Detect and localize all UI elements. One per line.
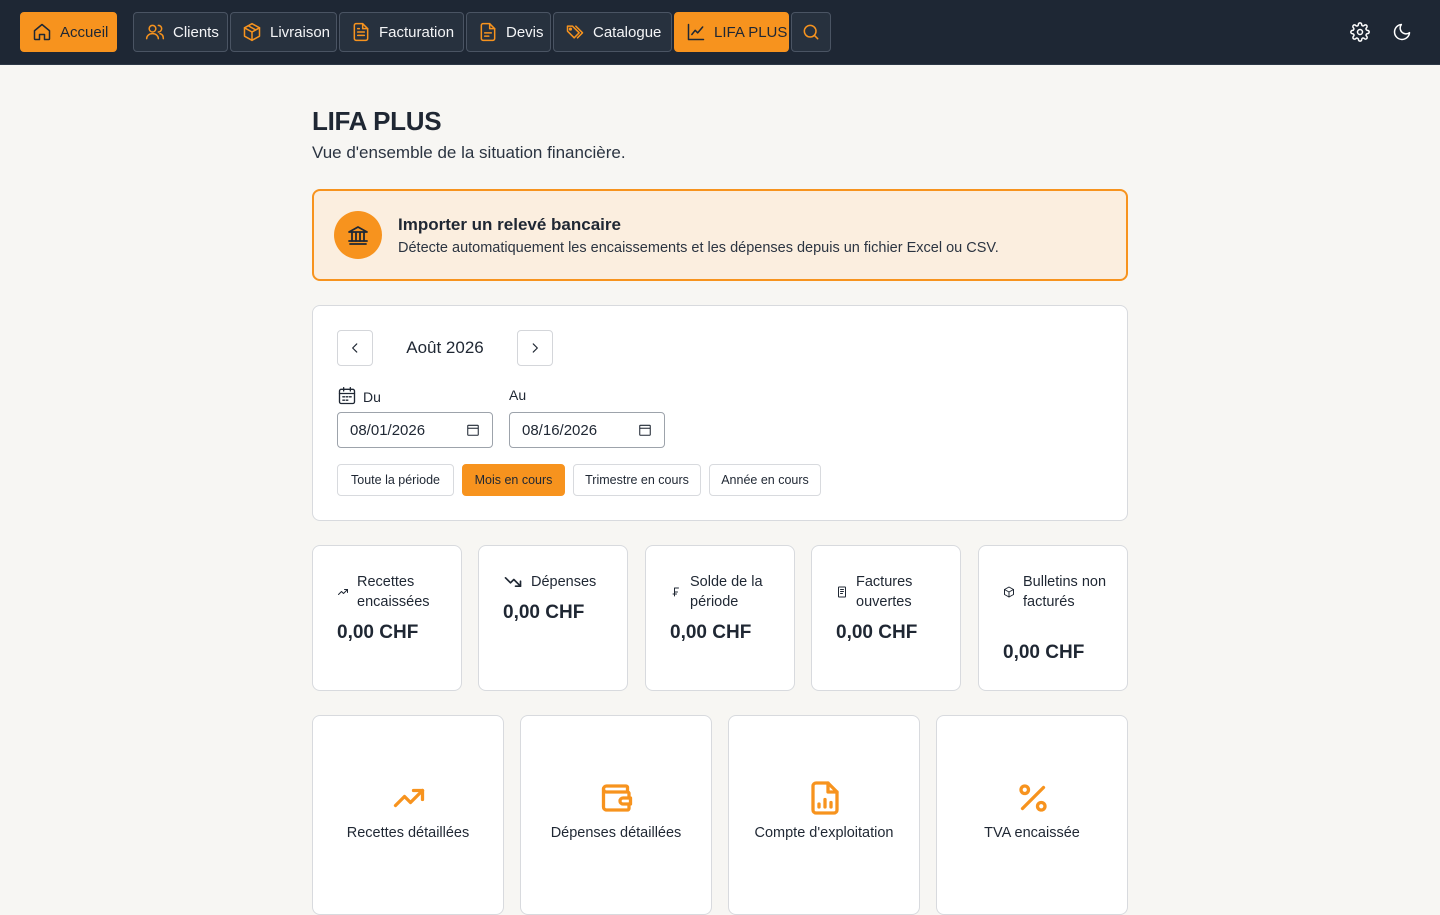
- nav-item-label: Devis: [506, 23, 544, 41]
- stat-card-expenses: Dépenses 0,00 CHF: [478, 545, 628, 691]
- stat-card-revenue: Recettes encaissées 0,00 CHF: [312, 545, 462, 691]
- from-date-label: Du: [363, 389, 381, 405]
- stat-value: 0,00 CHF: [670, 622, 752, 643]
- chevron-right-icon: [528, 341, 542, 355]
- next-month-button[interactable]: [517, 330, 553, 366]
- nav-item-label: Livraison: [270, 23, 331, 41]
- wallet-icon: [599, 780, 635, 816]
- receipt-icon: [836, 586, 848, 598]
- nav-item-label: Accueil: [60, 23, 109, 41]
- users-icon: [145, 22, 165, 42]
- franc-icon: [670, 586, 682, 598]
- top-navigation-bar: Accueil Clients Livraison Facturation De…: [0, 0, 1440, 65]
- stat-header: Solde de la période: [670, 572, 780, 612]
- report-tile-operating-account[interactable]: Compte d'exploitation: [728, 715, 920, 915]
- report-tile-label: Recettes détaillées: [346, 825, 470, 841]
- stat-value: 0,00 CHF: [503, 602, 585, 623]
- preset-all-period-button[interactable]: Toute la période: [337, 464, 454, 496]
- report-tile-vat-collected[interactable]: TVA encaissée: [936, 715, 1128, 915]
- preset-current-year-button[interactable]: Année en cours: [709, 464, 821, 496]
- stat-header: Bulletins non facturés: [1003, 572, 1113, 612]
- from-date-input[interactable]: 08/01/2026: [337, 412, 493, 448]
- settings-button[interactable]: [1348, 20, 1372, 44]
- import-banner-description: Détecte automatiquement les encaissement…: [398, 240, 999, 256]
- stat-header: Factures ouvertes: [836, 572, 946, 612]
- theme-toggle-button[interactable]: [1390, 20, 1414, 44]
- trend-down-icon: [503, 572, 523, 592]
- calendar-picker-icon[interactable]: [466, 423, 480, 437]
- chevron-left-icon: [348, 341, 362, 355]
- stat-card-unbilled-notes: Bulletins non facturés 0,00 CHF: [978, 545, 1128, 691]
- stat-label: Solde de la période: [690, 574, 763, 610]
- stat-card-period-balance: Solde de la période 0,00 CHF: [645, 545, 795, 691]
- stat-label: Bulletins non facturés: [1023, 574, 1107, 610]
- report-tile-label: Compte d'exploitation: [754, 825, 894, 841]
- invoice-icon: [351, 22, 371, 42]
- nav-item-clients[interactable]: Clients: [133, 12, 228, 52]
- gear-icon: [1348, 22, 1372, 42]
- stat-label: Dépenses: [531, 574, 597, 590]
- stat-header: Recettes encaissées: [337, 572, 447, 612]
- stat-label: Factures ouvertes: [856, 574, 913, 610]
- chart-line-icon: [686, 22, 706, 42]
- nav-item-label: Catalogue: [593, 23, 662, 41]
- to-date-input[interactable]: 08/16/2026: [509, 412, 665, 448]
- nav-item-label: Facturation: [379, 23, 455, 41]
- import-banner-title: Importer un relevé bancaire: [398, 215, 621, 234]
- report-tile-label: TVA encaissée: [984, 825, 1080, 841]
- tags-icon: [565, 22, 585, 42]
- to-date-value: 08/16/2026: [522, 421, 598, 439]
- search-icon: [801, 22, 821, 42]
- stat-value: 0,00 CHF: [1003, 642, 1085, 663]
- nav-item-label: LIFA PLUS: [714, 23, 788, 41]
- home-icon: [32, 22, 52, 42]
- period-filter-card: Août 2026 Du 08/01/2026 Au 08/16/2026 To…: [312, 305, 1128, 521]
- nav-item-facturation[interactable]: Facturation: [339, 12, 464, 52]
- bank-icon: [334, 211, 382, 259]
- nav-item-livraison[interactable]: Livraison: [230, 12, 337, 52]
- calendar-picker-icon[interactable]: [638, 423, 652, 437]
- stat-value: 0,00 CHF: [337, 622, 419, 643]
- report-chart-icon: [807, 780, 843, 816]
- document-icon: [478, 22, 498, 42]
- search-button[interactable]: [791, 12, 831, 52]
- report-tile-detailed-revenue[interactable]: Recettes détaillées: [312, 715, 504, 915]
- page-title: LIFA PLUS: [312, 106, 442, 136]
- nav-item-devis[interactable]: Devis: [466, 12, 551, 52]
- nav-item-catalogue[interactable]: Catalogue: [553, 12, 672, 52]
- moon-icon: [1390, 22, 1414, 42]
- stat-label: Recettes encaissées: [357, 574, 430, 610]
- preset-current-month-button[interactable]: Mois en cours: [462, 464, 565, 496]
- nav-item-accueil[interactable]: Accueil: [20, 12, 117, 52]
- current-month-label: Août 2026: [406, 338, 484, 357]
- page-subtitle: Vue d'ensemble de la situation financièr…: [312, 143, 626, 162]
- report-tile-label: Dépenses détaillées: [550, 825, 682, 841]
- nav-item-lifa-plus[interactable]: LIFA PLUS: [674, 12, 789, 52]
- calendar-icon: [337, 386, 357, 406]
- to-date-label: Au: [509, 387, 527, 403]
- stat-header: Dépenses: [503, 572, 613, 592]
- import-bank-statement-banner[interactable]: Importer un relevé bancaire Détecte auto…: [312, 189, 1128, 281]
- package-icon: [1003, 586, 1015, 598]
- previous-month-button[interactable]: [337, 330, 373, 366]
- from-date-value: 08/01/2026: [350, 421, 426, 439]
- stat-value: 0,00 CHF: [836, 622, 918, 643]
- trend-up-icon: [391, 780, 427, 816]
- report-tile-detailed-expenses[interactable]: Dépenses détaillées: [520, 715, 712, 915]
- preset-current-quarter-button[interactable]: Trimestre en cours: [573, 464, 701, 496]
- package-icon: [242, 22, 262, 42]
- stat-card-open-invoices: Factures ouvertes 0,00 CHF: [811, 545, 961, 691]
- trend-up-icon: [337, 586, 349, 598]
- nav-item-label: Clients: [173, 23, 219, 41]
- percent-icon: [1015, 780, 1051, 816]
